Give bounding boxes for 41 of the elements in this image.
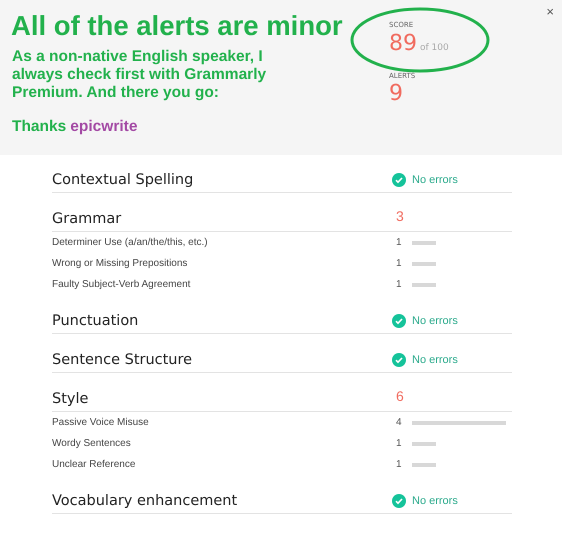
count-bar [412,282,436,286]
issue-count: 1 [396,278,403,292]
no-errors-status: No errors [412,314,458,328]
issue-count: 4 [396,416,403,430]
check-icon [392,314,406,328]
check-icon [392,352,406,367]
close-button[interactable]: × [546,4,554,20]
section-title: Punctuation [52,312,140,331]
issue-name: Unclear Reference [52,458,136,472]
issue-count: 1 [396,437,403,451]
count-bar [412,442,436,446]
issue-name: Passive Voice Misuse [52,416,150,430]
issue-count: 1 [396,257,403,271]
alerts-value: 9 [389,81,404,107]
annotation-message: As a non-native English speaker, I always check first with Grammarly Premium. And there you go: [11,48,268,102]
score-value: 89 [389,30,417,56]
check-icon [392,494,406,508]
count-bar [412,462,436,466]
no-errors-status: No errors [412,172,458,188]
count-bar [412,262,436,266]
score-total: of 100 [420,42,449,54]
thanks-text: Thanks [12,117,66,137]
annotation-title: All of the alerts are minor [11,12,344,40]
section-title: Grammar [52,210,122,229]
issue-count: 1 [396,458,403,472]
no-errors-status: No errors [412,494,458,508]
section-title: Vocabulary enhancement [52,492,238,511]
section-title: Contextual Spelling [52,171,194,190]
section-title: Sentence Structure [52,351,194,370]
issue-name: Faulty Subject-Verb Agreement [52,278,192,292]
issue-name: Wordy Sentences [52,437,132,451]
issue-count: 1 [396,236,403,250]
user-name: epicwrite [70,117,138,137]
count-bar [412,240,436,244]
issue-name: Determiner Use (a/an/the/this, etc.) [52,236,209,250]
no-errors-status: No errors [412,352,458,368]
issue-name: Wrong or Missing Prepositions [52,257,188,271]
alert-count: 6 [395,387,404,406]
section-title: Style [52,390,90,409]
check-icon [392,172,406,187]
alert-count: 3 [395,207,404,226]
